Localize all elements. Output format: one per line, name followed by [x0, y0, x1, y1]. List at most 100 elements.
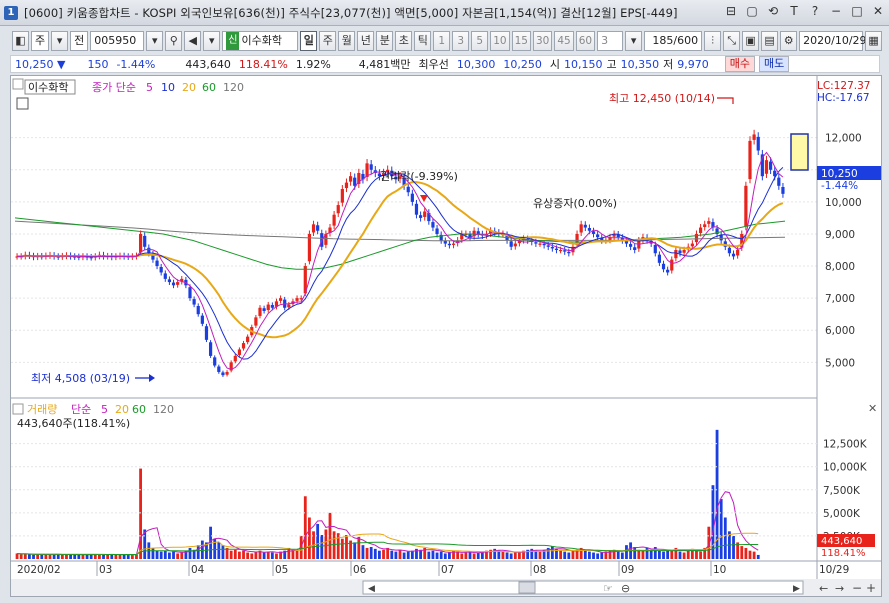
- candle-body: [736, 250, 740, 256]
- ma5-line: [17, 151, 784, 370]
- hc-label: HC:-17.67: [817, 92, 870, 104]
- tab-day[interactable]: 일: [300, 31, 318, 51]
- candle-body: [336, 205, 340, 214]
- candle-body: [246, 336, 250, 343]
- interval-15[interactable]: 15: [511, 31, 531, 51]
- tab-second[interactable]: 초: [395, 31, 413, 51]
- legend-toggle-box[interactable]: [12, 78, 24, 90]
- tab-year[interactable]: 년: [357, 31, 375, 51]
- price-info-bar: 10,250 ▼ 150 -1.44% 443,640 118.41% 1.92…: [10, 55, 880, 73]
- volume-bar: [102, 554, 105, 559]
- candle-body: [727, 247, 732, 254]
- hand-icon[interactable]: ☞: [603, 582, 613, 595]
- lc-label: LC:127.37: [817, 80, 870, 92]
- zoom-in-icon[interactable]: +: [866, 581, 876, 595]
- interval-30[interactable]: 30: [533, 31, 553, 51]
- speaker-icon[interactable]: ◀: [184, 31, 202, 51]
- chart-area[interactable]: 이수화학 종가 단순 5 10 20 60 120 LC:127.37 HC:-…: [10, 75, 883, 597]
- interval-5[interactable]: 5: [471, 31, 489, 51]
- date-input[interactable]: 2020/10/29: [799, 31, 867, 51]
- volume-bar: [200, 540, 204, 559]
- frame-icon[interactable]: ▢: [745, 5, 759, 19]
- volume-bar: [678, 551, 682, 559]
- font-icon[interactable]: T: [787, 5, 801, 19]
- print-icon[interactable]: ▤: [761, 31, 779, 51]
- tab-tick[interactable]: 틱: [414, 31, 432, 51]
- maximize-icon[interactable]: □: [850, 5, 864, 19]
- volume-bar: [19, 554, 23, 559]
- scroll-right-icon[interactable]: ▶: [793, 584, 800, 594]
- interval-10[interactable]: 10: [490, 31, 510, 51]
- period-prev[interactable]: 전: [70, 31, 89, 51]
- y-tick-label: 10,000: [825, 197, 862, 209]
- stock-chart-svg[interactable]: 이수화학 종가 단순 5 10 20 60 120 LC:127.37 HC:-…: [11, 76, 883, 596]
- layout-icon[interactable]: ◧: [12, 31, 29, 51]
- volume-bar: [538, 551, 542, 559]
- count-field[interactable]: 185/600: [644, 31, 703, 51]
- volume-bar: [600, 552, 604, 559]
- interval-45[interactable]: 45: [554, 31, 574, 51]
- calendar-icon[interactable]: ▦: [865, 31, 883, 51]
- volume-bar: [217, 542, 221, 559]
- interval-dropdown-icon[interactable]: ▾: [625, 31, 643, 51]
- link-icon[interactable]: ⊟: [724, 5, 738, 19]
- candle-body: [143, 235, 147, 247]
- volume-bar: [748, 550, 752, 559]
- tab-month[interactable]: 월: [338, 31, 356, 51]
- annotation-high: 최고 12,450 (10/14): [609, 92, 715, 105]
- zoom-right-icon[interactable]: →: [835, 582, 844, 595]
- volume-bar: [448, 552, 451, 559]
- x-tick-label: 07: [441, 564, 454, 576]
- candle-body: [266, 304, 270, 311]
- close-icon[interactable]: ✕: [871, 5, 885, 19]
- refresh-icon[interactable]: ⟲: [766, 5, 780, 19]
- candle-body: [237, 349, 242, 355]
- save-icon[interactable]: ▣: [742, 31, 760, 51]
- volume-bar: [151, 547, 155, 559]
- draw-tool-icon[interactable]: ⤡: [723, 31, 741, 51]
- volume-legend-120: 120: [153, 403, 174, 416]
- close-pane-icon[interactable]: ✕: [868, 402, 877, 415]
- tab-week[interactable]: 주: [319, 31, 337, 51]
- interval-3[interactable]: 3: [452, 31, 470, 51]
- period-type-select[interactable]: 주: [31, 31, 50, 51]
- period-dropdown-icon[interactable]: ▾: [51, 31, 69, 51]
- scroll-left-icon[interactable]: ◀: [368, 584, 375, 594]
- legend-ma5: 5: [146, 81, 153, 94]
- candle-settings-icon[interactable]: ⫶: [704, 31, 722, 51]
- candle-body: [196, 306, 200, 315]
- interval-60[interactable]: 60: [575, 31, 596, 51]
- code-dropdown-icon[interactable]: ▾: [146, 31, 164, 51]
- candle-body: [768, 161, 773, 170]
- interval-select[interactable]: 3: [597, 31, 624, 51]
- sell-button[interactable]: 매도: [759, 56, 790, 72]
- x-tick-label: 09: [621, 564, 634, 576]
- scrollbar-track[interactable]: [362, 580, 804, 595]
- buy-button[interactable]: 매수: [724, 56, 756, 72]
- volume-legend-toggle[interactable]: [12, 403, 24, 415]
- volume-bar: [23, 553, 27, 559]
- volume-bar: [172, 551, 175, 559]
- search-icon[interactable]: ⚲: [165, 31, 183, 51]
- zoom-left-icon[interactable]: ←: [819, 582, 828, 595]
- candle-body: [563, 250, 567, 252]
- selection-marker[interactable]: [790, 133, 809, 171]
- help-icon[interactable]: ?: [808, 5, 822, 19]
- zoom-out-icon[interactable]: −: [852, 581, 862, 595]
- candle-body: [233, 355, 237, 362]
- reset-icon[interactable]: ⊖: [621, 582, 630, 595]
- interval-1[interactable]: 1: [433, 31, 451, 51]
- stock-code-input[interactable]: 005950: [90, 31, 145, 51]
- table-view-icon[interactable]: [16, 97, 29, 110]
- y-tick-label: 7,000: [825, 293, 855, 305]
- volume-bar: [513, 552, 517, 559]
- volume-value: 443,640: [185, 57, 231, 71]
- list-dropdown-icon[interactable]: ▾: [203, 31, 221, 51]
- gear-icon[interactable]: ⚙: [780, 31, 798, 51]
- candle-body: [225, 371, 229, 375]
- scrollbar-thumb[interactable]: [518, 581, 536, 594]
- volume-bar: [188, 547, 192, 559]
- tab-minute[interactable]: 분: [376, 31, 394, 51]
- stock-name-field[interactable]: 신 이수화학: [222, 31, 299, 51]
- minimize-icon[interactable]: −: [829, 5, 843, 19]
